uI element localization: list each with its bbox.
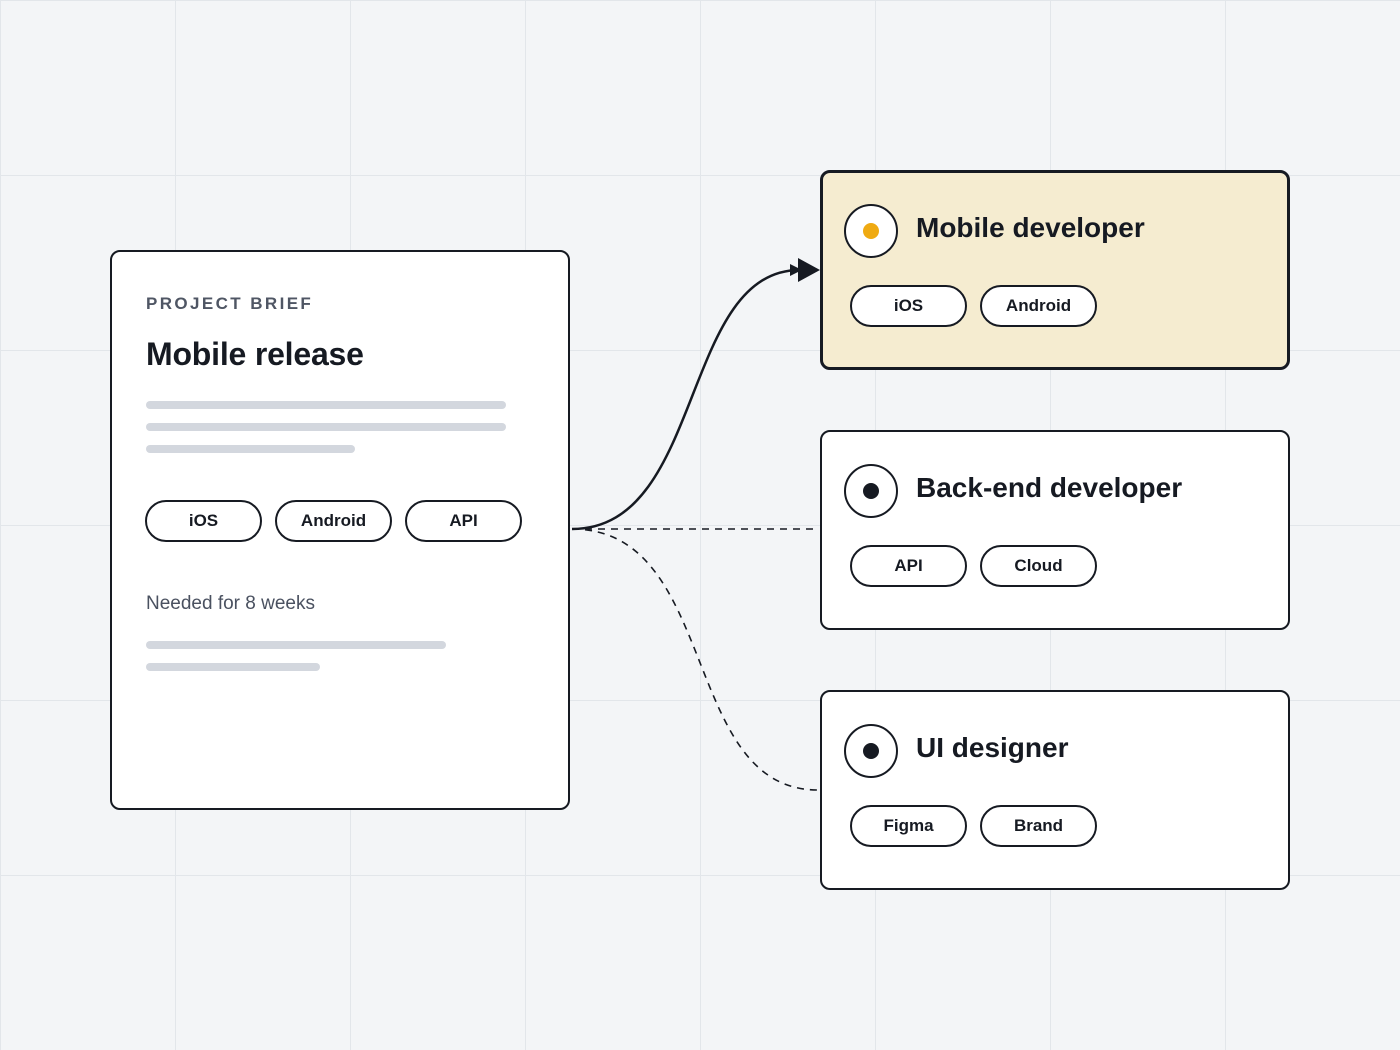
tag-api[interactable]: API (405, 500, 522, 542)
placeholder-line (146, 445, 355, 453)
project-brief-card: PROJECT BRIEF Mobile release iOS Android… (110, 250, 570, 810)
brief-title: Mobile release (146, 336, 364, 372)
role-card-ui-designer[interactable]: UI designer Figma Brand (820, 690, 1290, 890)
radio-dot (863, 483, 879, 499)
brief-tag-list: iOS Android API (145, 500, 522, 542)
radio-button[interactable] (844, 464, 898, 518)
role-title: Mobile developer (916, 212, 1145, 243)
role-tag-list: API Cloud (850, 545, 1097, 587)
tag-android[interactable]: Android (980, 285, 1097, 327)
role-title: Back-end developer (916, 472, 1183, 503)
role-tag-list: iOS Android (850, 285, 1097, 327)
role-tag-list: Figma Brand (850, 805, 1097, 847)
role-card-mobile-developer[interactable]: Mobile developer iOS Android (820, 170, 1290, 370)
arrowhead-icon (798, 258, 820, 282)
tag-brand[interactable]: Brand (980, 805, 1097, 847)
placeholder-line (146, 423, 506, 431)
tag-figma[interactable]: Figma (850, 805, 967, 847)
tag-api[interactable]: API (850, 545, 967, 587)
tag-ios[interactable]: iOS (850, 285, 967, 327)
tag-ios[interactable]: iOS (145, 500, 262, 542)
radio-button[interactable] (844, 204, 898, 258)
tag-cloud[interactable]: Cloud (980, 545, 1097, 587)
brief-eyebrow: PROJECT BRIEF (146, 294, 314, 313)
radio-selected-dot (863, 223, 879, 239)
placeholder-line (146, 401, 506, 409)
connector-ui-designer (571, 528, 819, 791)
brief-duration: Needed for 8 weeks (146, 593, 315, 614)
tag-android[interactable]: Android (275, 500, 392, 542)
placeholder-line (146, 641, 446, 649)
connector-mobile-developer (571, 264, 802, 531)
radio-button[interactable] (844, 724, 898, 778)
radio-dot (863, 743, 879, 759)
role-title: UI designer (916, 732, 1069, 763)
role-card-back-end-developer[interactable]: Back-end developer API Cloud (820, 430, 1290, 630)
placeholder-line (146, 663, 320, 671)
